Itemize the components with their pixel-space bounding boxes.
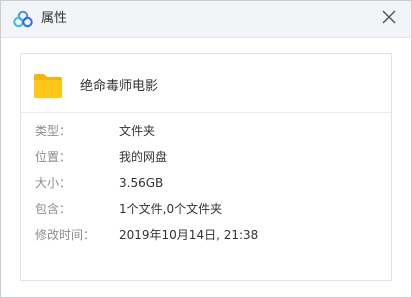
- property-row-type: 类型： 文件夹: [35, 118, 375, 144]
- property-label: 类型：: [35, 124, 72, 138]
- property-label: 包含：: [35, 202, 72, 216]
- folder-icon: [34, 74, 62, 98]
- property-list: 类型： 文件夹 位置： 我的网盘 大小： 3.56GB 包含： 1个文件,0个文…: [35, 118, 375, 248]
- title-bar[interactable]: 属性: [1, 1, 411, 38]
- property-value: 3.56GB: [119, 176, 164, 190]
- close-icon[interactable]: [379, 7, 399, 27]
- property-row-size: 大小： 3.56GB: [35, 170, 375, 196]
- properties-dialog: 属性 绝命毒师电影 类型： 文件夹 位置： 我的网盘 大小： 3.56GB 包含…: [0, 0, 412, 298]
- property-row-location: 位置： 我的网盘: [35, 144, 375, 170]
- property-label: 位置：: [35, 150, 72, 164]
- property-label: 大小：: [35, 176, 72, 190]
- dialog-title: 属性: [41, 11, 68, 26]
- file-header: 绝命毒师电影: [21, 54, 391, 113]
- property-row-contains: 包含： 1个文件,0个文件夹: [35, 196, 375, 222]
- file-name: 绝命毒师电影: [80, 79, 159, 94]
- property-value: 2019年10月14日, 21:38: [119, 228, 259, 242]
- properties-panel: 绝命毒师电影 类型： 文件夹 位置： 我的网盘 大小： 3.56GB 包含： 1…: [20, 53, 392, 281]
- cloud-logo-icon: [13, 10, 33, 28]
- property-row-modified: 修改时间： 2019年10月14日, 21:38: [35, 222, 375, 248]
- property-value: 1个文件,0个文件夹: [119, 202, 223, 216]
- property-value: 文件夹: [119, 124, 156, 138]
- property-value: 我的网盘: [119, 150, 168, 164]
- property-label: 修改时间：: [35, 228, 96, 242]
